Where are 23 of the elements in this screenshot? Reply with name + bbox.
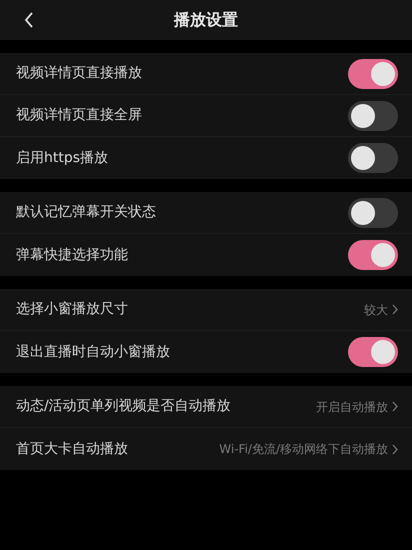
toggle-switch[interactable]: [348, 240, 398, 270]
setting-value[interactable]: 较大: [364, 300, 388, 318]
chevron-icon[interactable]: [392, 401, 398, 412]
chevron-icon[interactable]: [392, 444, 398, 454]
setting-label: 启用https播放: [16, 148, 108, 168]
toggle-switch[interactable]: [348, 143, 398, 173]
toggle-switch[interactable]: [348, 58, 398, 88]
setting-label: 视频详情页直接播放: [16, 64, 142, 83]
page-title: 播放设置: [174, 9, 238, 31]
setting-label: 退出直播时自动小窗播放: [16, 342, 170, 362]
toggle-switch[interactable]: [348, 337, 398, 367]
toggle-switch[interactable]: [348, 198, 398, 228]
setting-label: 动态/活动页单列视频是否自动播放: [16, 397, 231, 416]
setting-value[interactable]: 开启自动播放: [316, 398, 388, 416]
setting-label: 默认记忆弹幕开关状态: [16, 203, 156, 222]
back-icon[interactable]: [24, 12, 34, 28]
setting-label: 弹幕快捷选择功能: [16, 246, 128, 264]
toggle-switch[interactable]: [348, 100, 398, 130]
setting-label: 视频详情页直接全屏: [16, 106, 142, 125]
setting-label: 首页大卡自动播放: [16, 440, 128, 458]
setting-value[interactable]: Wi-Fi/免流/移动网络下自动播放: [219, 440, 388, 458]
setting-label: 选择小窗播放尺寸: [16, 300, 128, 319]
chevron-icon[interactable]: [392, 304, 398, 315]
